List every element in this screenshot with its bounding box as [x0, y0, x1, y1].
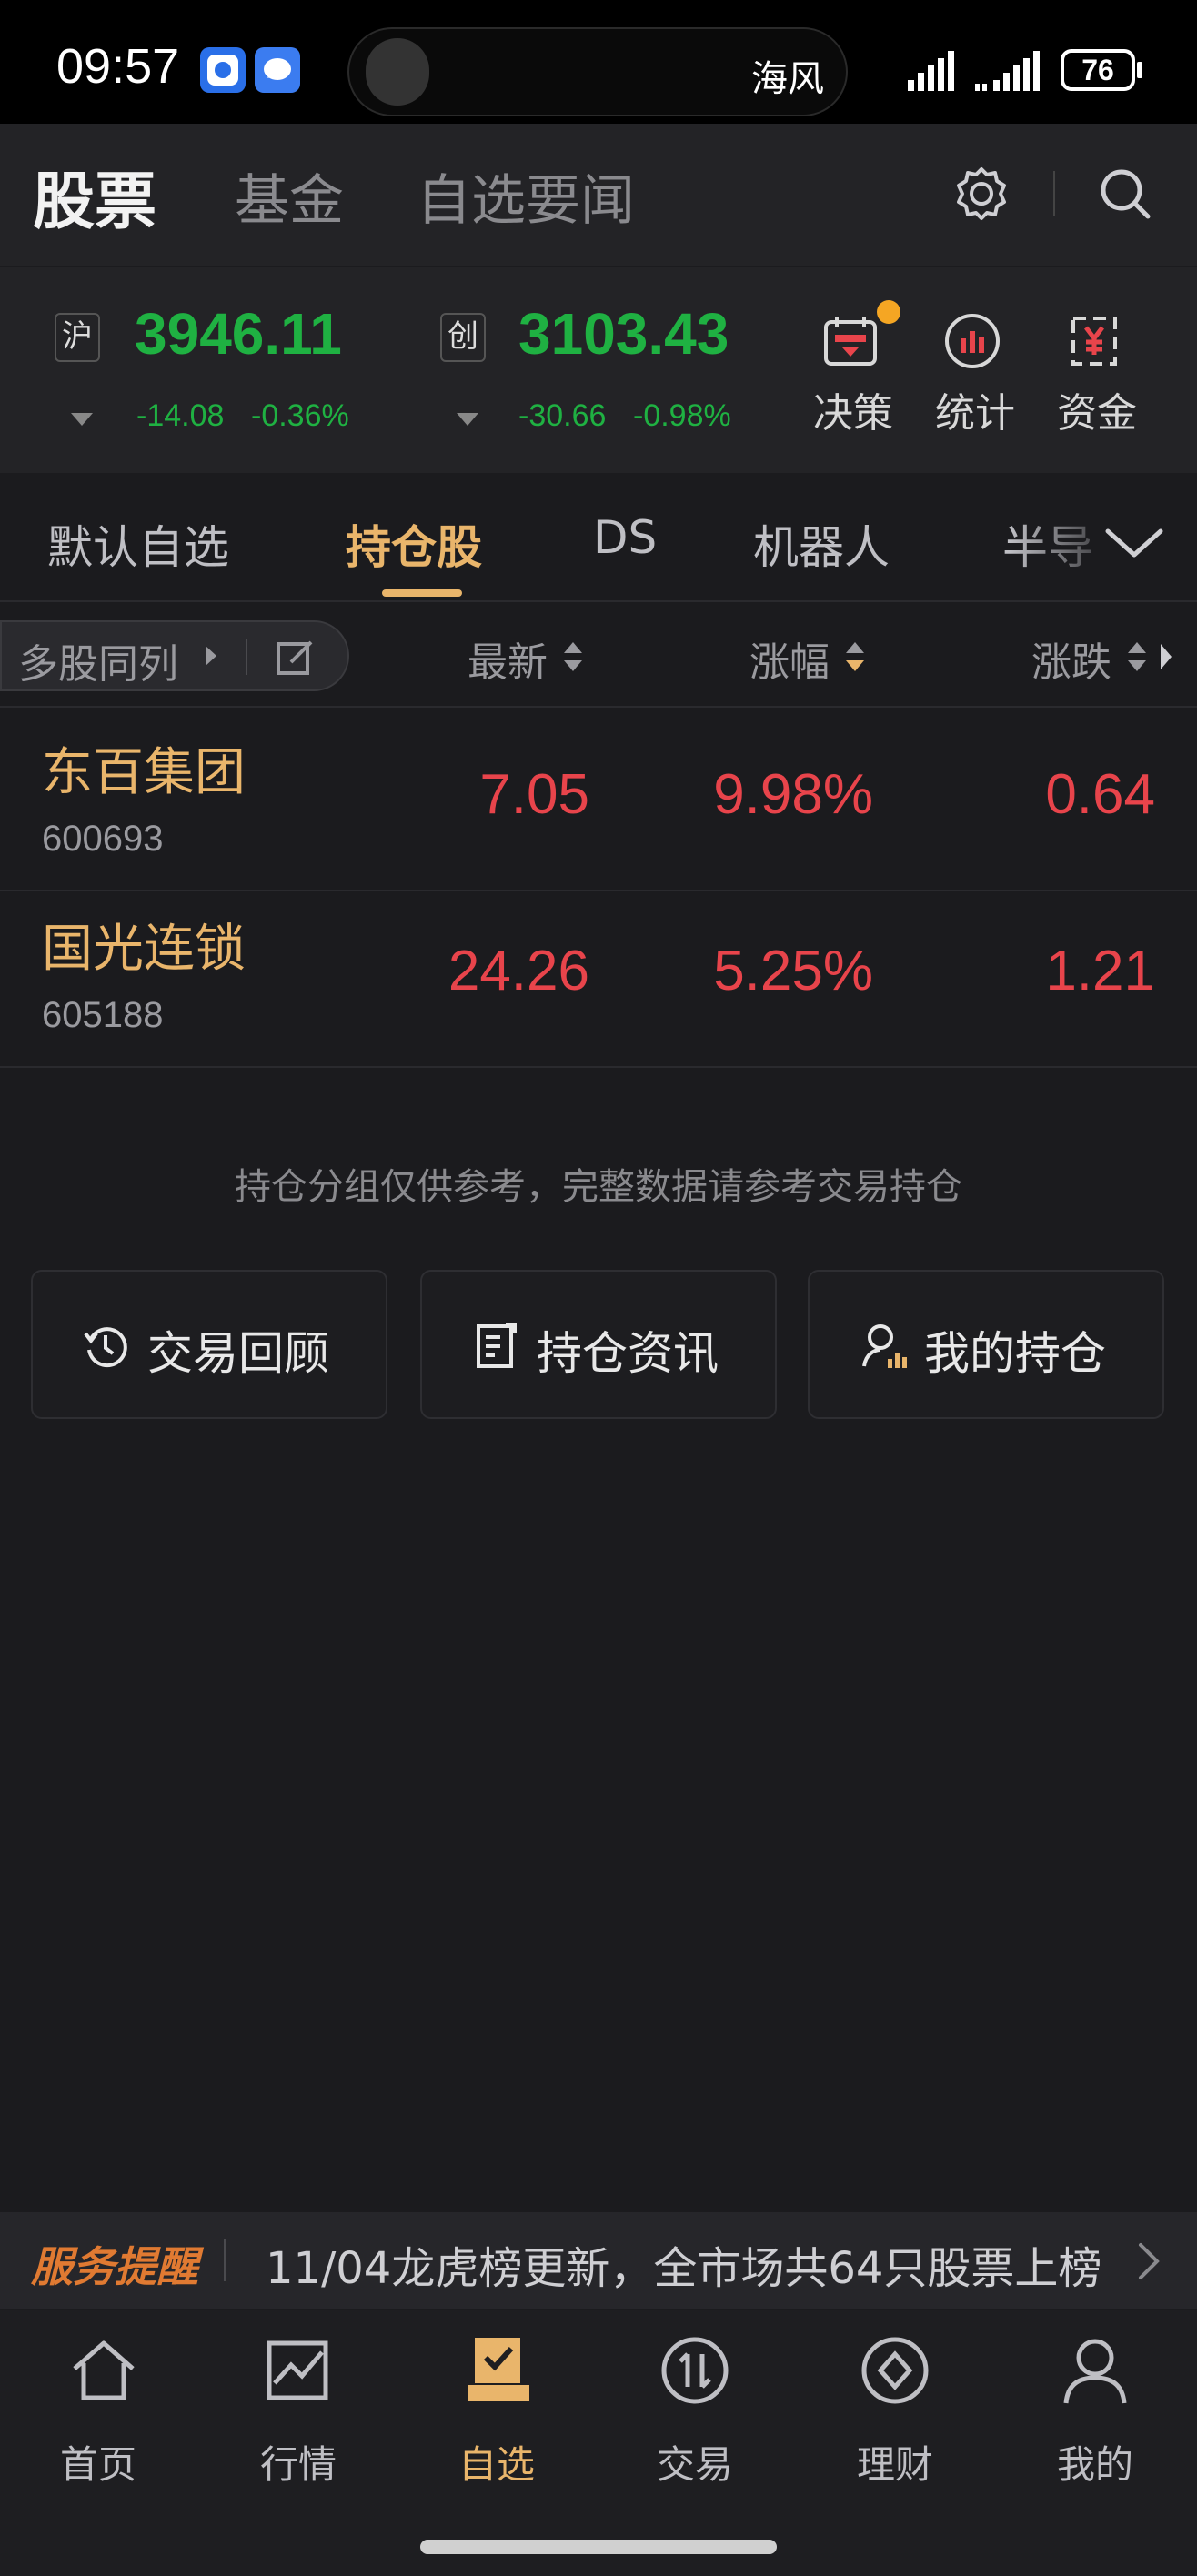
- user-holding-icon: [862, 1324, 907, 1368]
- home-icon: [73, 2340, 135, 2400]
- tab-ds[interactable]: DS: [593, 511, 657, 564]
- stock-name: 国光连锁: [42, 920, 246, 979]
- stock-change: 0.64: [1045, 763, 1155, 826]
- expand-arrow-icon[interactable]: [457, 413, 478, 426]
- stock-change-pct: 9.98%: [713, 763, 873, 826]
- clock-icon: [84, 1327, 127, 1368]
- caret-right-icon: [206, 646, 216, 666]
- holding-news-button[interactable]: 持仓资讯: [420, 1270, 777, 1419]
- nav-label: 自选: [458, 2442, 535, 2487]
- nav-label: 我的: [1056, 2442, 1133, 2487]
- sort-icon[interactable]: [1126, 640, 1148, 673]
- app-notification-icon: [200, 47, 246, 93]
- nav-label: 首页: [59, 2442, 136, 2487]
- gear-icon[interactable]: [951, 164, 1011, 224]
- expand-arrow-icon[interactable]: [71, 413, 93, 426]
- battery-indicator: 76: [1061, 49, 1135, 91]
- sort-desc-icon[interactable]: [844, 640, 866, 673]
- holding-news-label: 持仓资讯: [537, 1327, 719, 1380]
- my-holdings-button[interactable]: 我的持仓: [808, 1270, 1164, 1419]
- funds-tool-button[interactable]: 资金: [1057, 300, 1141, 437]
- trade-icon: [661, 2337, 729, 2404]
- chevron-down-icon[interactable]: [1102, 520, 1166, 564]
- stock-change: 1.21: [1045, 940, 1155, 1002]
- stock-code: 600693: [42, 819, 164, 859]
- multi-stock-label: 多股同列: [18, 641, 178, 688]
- stock-code: 605188: [42, 995, 164, 1035]
- service-divider: [224, 2239, 226, 2281]
- index-pct-cy: -0.98%: [633, 398, 731, 433]
- tab-watchlist-news[interactable]: 自选要闻: [417, 156, 635, 236]
- nav-label: 交易: [656, 2442, 733, 2487]
- statistics-tool-button[interactable]: 统计: [935, 300, 1019, 437]
- chevron-right-icon[interactable]: [1135, 2239, 1162, 2283]
- dynamic-island[interactable]: 海风: [347, 27, 848, 116]
- chart-icon: [267, 2340, 328, 2400]
- service-reminder-message[interactable]: 11/04龙虎榜更新，全市场共64只股票上榜: [266, 2232, 1101, 2296]
- index-pct-sh: -0.36%: [251, 398, 349, 433]
- battery-tip: [1137, 62, 1142, 78]
- nav-label: 理财: [856, 2442, 933, 2487]
- status-time: 09:57: [56, 39, 180, 94]
- my-holdings-label: 我的持仓: [924, 1327, 1106, 1380]
- index-change-sh: -14.08: [136, 398, 225, 433]
- stock-latest: 7.05: [479, 763, 589, 826]
- trade-review-button[interactable]: 交易回顾: [31, 1270, 387, 1419]
- scroll-right-icon[interactable]: [1157, 639, 1175, 675]
- message-notification-icon: [255, 47, 300, 93]
- index-tag-cy: 创: [440, 313, 486, 362]
- tool-label-statistics: 统计: [935, 390, 1015, 437]
- nav-label: 行情: [259, 2442, 337, 2487]
- stock-name: 东百集团: [42, 743, 246, 802]
- wealth-icon: [861, 2337, 929, 2404]
- calendar-icon: [824, 317, 877, 366]
- decision-tool-button[interactable]: 决策: [813, 300, 900, 437]
- home-indicator[interactable]: [420, 2540, 777, 2554]
- column-change[interactable]: 涨跌: [1031, 629, 1112, 688]
- signal-2-icon: [975, 51, 1040, 91]
- tab-default-watchlist[interactable]: 默认自选: [47, 511, 229, 577]
- watchlist-icon: [468, 2338, 529, 2401]
- tool-label-funds: 资金: [1057, 390, 1137, 437]
- table-row[interactable]: 国光连锁 605188 24.26 5.25% 1.21: [0, 890, 1197, 1068]
- index-tag-sh: 沪: [55, 313, 100, 362]
- sort-icon[interactable]: [562, 640, 584, 673]
- trade-review-label: 交易回顾: [147, 1327, 329, 1380]
- search-icon[interactable]: [1095, 164, 1155, 224]
- notification-badge: [877, 300, 900, 324]
- signal-icon: [908, 51, 954, 91]
- tab-funds[interactable]: 基金: [235, 156, 344, 236]
- edit-icon[interactable]: [275, 637, 317, 679]
- tab-robot[interactable]: 机器人: [753, 511, 890, 577]
- island-label: 海风: [751, 58, 824, 100]
- stock-latest: 24.26: [448, 940, 589, 1002]
- bar-chart-icon: [945, 314, 1000, 368]
- yuan-icon: [1071, 317, 1117, 366]
- multi-stock-pill[interactable]: 多股同列: [0, 620, 349, 691]
- tab-stocks[interactable]: 股票: [33, 151, 156, 241]
- pill-divider: [246, 639, 247, 675]
- active-tab-indicator: [382, 589, 462, 597]
- header-divider: [1053, 171, 1055, 216]
- tool-label-decision: 决策: [813, 390, 893, 437]
- holdings-note: 持仓分组仅供参考，完整数据请参考交易持仓: [235, 1166, 962, 1208]
- music-artwork-icon: [366, 38, 429, 106]
- tab-holdings[interactable]: 持仓股: [346, 511, 482, 577]
- stock-change-pct: 5.25%: [713, 940, 873, 1002]
- column-change-pct[interactable]: 涨幅: [749, 629, 830, 688]
- index-value-cy[interactable]: 3103.43: [518, 300, 729, 367]
- index-change-cy: -30.66: [518, 398, 607, 433]
- profile-icon: [1063, 2339, 1127, 2404]
- news-icon: [477, 1323, 517, 1368]
- table-row[interactable]: 东百集团 600693 7.05 9.98% 0.64: [0, 713, 1197, 891]
- service-reminder-title: 服务提醒: [31, 2242, 198, 2291]
- column-latest[interactable]: 最新: [468, 629, 548, 688]
- index-value-sh[interactable]: 3946.11: [135, 300, 342, 367]
